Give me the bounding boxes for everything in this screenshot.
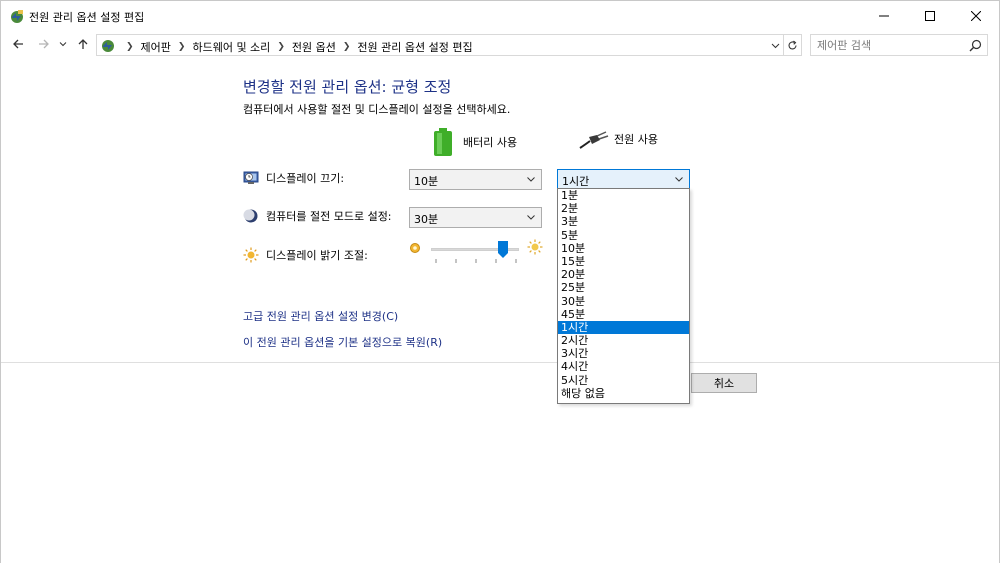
- breadcrumb-separator-icon[interactable]: ❯: [277, 42, 285, 52]
- maximize-button[interactable]: [907, 1, 953, 31]
- footer-area: [1, 363, 999, 563]
- breadcrumb-separator-icon: ❯: [126, 42, 134, 52]
- display-off-row: 디스플레이 끄기:: [243, 170, 344, 186]
- dim-brightness-icon: [410, 243, 420, 253]
- sleep-battery-select[interactable]: 30분: [409, 207, 542, 228]
- maximize-icon: [925, 11, 935, 21]
- page-title: 변경할 전원 관리 옵션: 균형 조정: [243, 78, 452, 96]
- monitor-clock-icon: [243, 171, 259, 184]
- chevron-down-icon: [525, 211, 537, 223]
- breadcrumb-hardware-sound[interactable]: 하드웨어 및 소리: [192, 39, 270, 55]
- sleep-battery-value: 30분: [414, 213, 439, 226]
- dropdown-option[interactable]: 45분: [558, 308, 689, 321]
- refresh-button[interactable]: [784, 34, 802, 56]
- restore-defaults-link[interactable]: 이 전원 관리 옵션을 기본 설정으로 복원(R): [243, 334, 442, 350]
- bright-brightness-icon: [527, 239, 543, 255]
- search-box[interactable]: [810, 34, 988, 56]
- battery-column-label: 배터리 사용: [463, 136, 518, 149]
- plugged-column-label: 전원 사용: [614, 133, 658, 146]
- breadcrumb: ❯ 제어판 ❯ 하드웨어 및 소리 ❯ 전원 옵션 ❯ 전원 관리 옵션 설정 …: [119, 39, 473, 55]
- dropdown-option[interactable]: 4시간: [558, 360, 689, 373]
- address-bar[interactable]: ❯ 제어판 ❯ 하드웨어 및 소리 ❯ 전원 옵션 ❯ 전원 관리 옵션 설정 …: [96, 34, 784, 56]
- back-button[interactable]: [9, 34, 27, 54]
- search-icon[interactable]: [969, 39, 982, 52]
- close-button[interactable]: [953, 1, 999, 31]
- brightness-battery-slider[interactable]: [409, 239, 545, 267]
- title-bar: 전원 관리 옵션 설정 편집: [1, 1, 999, 31]
- brightness-label: 디스플레이 밝기 조절:: [266, 249, 368, 262]
- dropdown-option[interactable]: 5분: [558, 229, 689, 242]
- sun-brightness-icon: [243, 247, 259, 263]
- breadcrumb-power-options[interactable]: 전원 옵션: [292, 39, 336, 55]
- display-off-plugged-value: 1시간: [562, 175, 590, 188]
- control-panel-icon: [102, 40, 114, 52]
- display-off-battery-select[interactable]: 10분: [409, 169, 542, 190]
- breadcrumb-separator-icon[interactable]: ❯: [343, 42, 351, 52]
- navigation-bar: ❯ 제어판 ❯ 하드웨어 및 소리 ❯ 전원 옵션 ❯ 전원 관리 옵션 설정 …: [1, 31, 999, 57]
- back-arrow-icon: [13, 39, 23, 49]
- sleep-label: 컴퓨터를 절전 모드로 설정:: [266, 210, 392, 223]
- advanced-settings-link[interactable]: 고급 전원 관리 옵션 설정 변경(C): [243, 308, 398, 324]
- forward-button[interactable]: [35, 34, 53, 54]
- display-off-label: 디스플레이 끄기:: [266, 172, 345, 185]
- dropdown-option[interactable]: 1시간: [558, 320, 689, 335]
- page-subtitle: 컴퓨터에서 사용할 절전 및 디스플레이 설정을 선택하세요.: [243, 103, 511, 116]
- display-off-plugged-dropdown-list[interactable]: 1분 2분 3분 5분 10분 15분 20분 25분 30분 45분 1시간 2시간 3시간 4시간 5시…: [557, 188, 690, 404]
- recent-locations-button[interactable]: [57, 34, 69, 54]
- moon-sleep-icon: [243, 209, 258, 223]
- refresh-icon: [788, 40, 797, 49]
- dropdown-option[interactable]: 10분: [558, 242, 689, 255]
- window-title: 전원 관리 옵션 설정 편집: [29, 11, 145, 24]
- dropdown-option[interactable]: 3분: [558, 215, 689, 228]
- power-plug-icon: [579, 131, 609, 149]
- up-arrow-icon: [78, 39, 88, 49]
- dropdown-option[interactable]: 30분: [558, 295, 689, 308]
- slider-ticks: [435, 259, 517, 263]
- battery-column-header: 배터리 사용: [433, 128, 517, 156]
- search-input[interactable]: [817, 37, 967, 53]
- dropdown-option[interactable]: 해당 없음: [558, 387, 689, 400]
- breadcrumb-edit-plan[interactable]: 전원 관리 옵션 설정 편집: [357, 39, 472, 55]
- dropdown-option[interactable]: 2분: [558, 202, 689, 215]
- dropdown-option[interactable]: 2시간: [558, 334, 689, 347]
- display-off-battery-value: 10분: [414, 175, 439, 188]
- dropdown-option[interactable]: 15분: [558, 255, 689, 268]
- sleep-row: 컴퓨터를 절전 모드로 설정:: [243, 208, 392, 224]
- dropdown-option[interactable]: 1분: [558, 189, 689, 202]
- slider-thumb[interactable]: [498, 241, 509, 258]
- battery-icon: [434, 128, 452, 156]
- brightness-row: 디스플레이 밝기 조절:: [243, 247, 368, 263]
- cancel-button[interactable]: 취소: [691, 373, 757, 393]
- minimize-icon: [879, 15, 889, 17]
- chevron-down-icon: [673, 173, 685, 185]
- address-dropdown-button[interactable]: [769, 38, 781, 52]
- breadcrumb-control-panel[interactable]: 제어판: [141, 39, 171, 55]
- chevron-down-icon: [59, 42, 67, 47]
- minimize-button[interactable]: [861, 1, 907, 31]
- chevron-down-icon: [771, 43, 779, 48]
- forward-arrow-icon: [39, 39, 49, 49]
- dropdown-option[interactable]: 25분: [558, 281, 689, 294]
- power-plan-window: 전원 관리 옵션 설정 편집 ❯ 제어판 ❯ 하드웨어 및 소리 ❯ 전원 옵션…: [0, 0, 1000, 563]
- dropdown-option[interactable]: 20분: [558, 268, 689, 281]
- plugged-column-header: 전원 사용: [578, 128, 658, 150]
- dropdown-option[interactable]: 5시간: [558, 374, 689, 387]
- dropdown-option[interactable]: 3시간: [558, 347, 689, 360]
- up-button[interactable]: [74, 34, 92, 54]
- chevron-down-icon: [525, 173, 537, 185]
- power-options-icon: [11, 10, 23, 23]
- display-off-plugged-select[interactable]: 1시간: [557, 169, 690, 190]
- close-icon: [971, 11, 981, 21]
- breadcrumb-separator-icon[interactable]: ❯: [178, 42, 186, 52]
